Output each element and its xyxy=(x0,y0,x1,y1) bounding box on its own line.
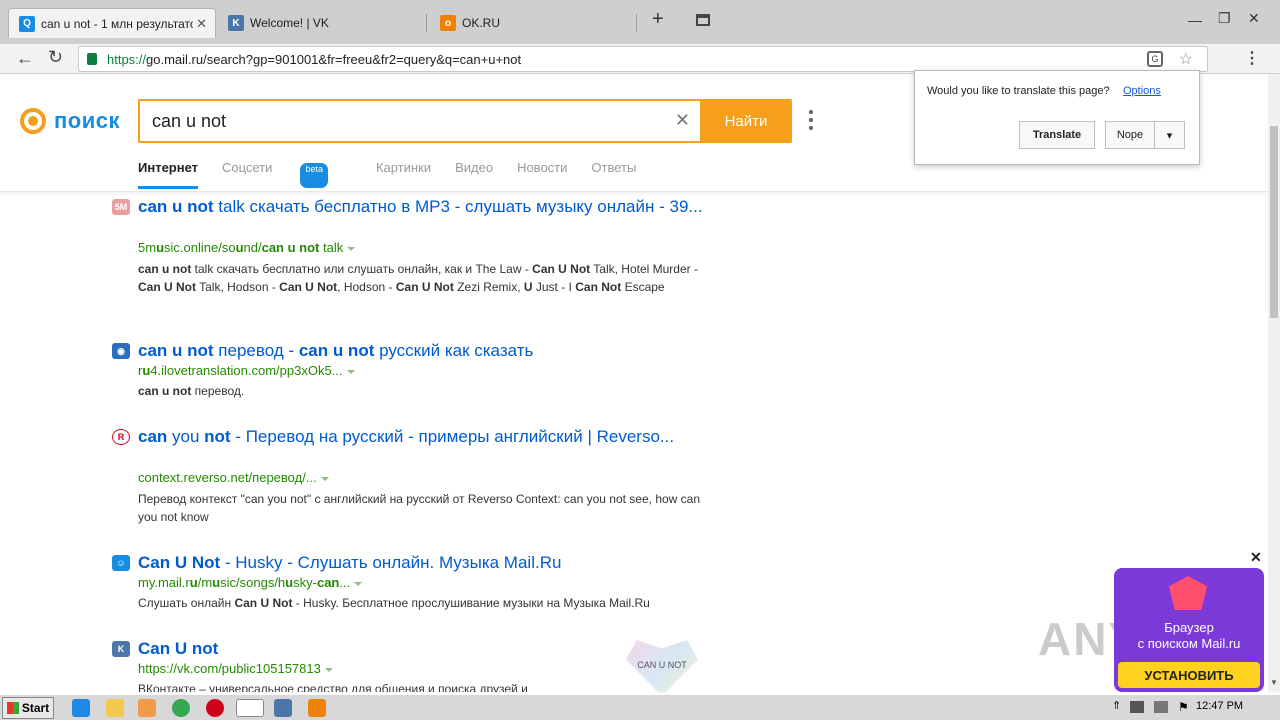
opera-icon[interactable] xyxy=(206,699,224,717)
tab-title: Welcome! | VK xyxy=(250,16,329,30)
translate-button[interactable]: Translate xyxy=(1019,121,1095,149)
result-snippet: Слушать онлайн Can U Not - Husky. Беспла… xyxy=(138,596,650,610)
at-logo-icon xyxy=(20,108,46,134)
nope-dropdown-icon[interactable]: ▾ xyxy=(1154,121,1185,149)
site-favicon-icon: ◉ xyxy=(112,343,130,359)
tab-mail-search[interactable]: Q can u not - 1 млн результатов ✕ xyxy=(8,8,216,38)
site-favicon-icon: 5M xyxy=(112,199,130,215)
tab-overview-icon[interactable] xyxy=(696,14,710,26)
mail-search-logo[interactable]: поиск xyxy=(20,108,120,134)
search-category-tabs: Интернет Соцсети beta Картинки Видео Ново… xyxy=(138,160,660,189)
result-url[interactable]: https://vk.com/public105157813 xyxy=(138,661,333,676)
start-button[interactable]: Start xyxy=(2,697,54,719)
translate-popup: Would you like to translate this page? O… xyxy=(914,70,1200,165)
more-options-icon[interactable] xyxy=(808,110,814,132)
flag-icon[interactable]: ⚑ xyxy=(1178,700,1189,714)
tab-social[interactable]: Соцсети beta xyxy=(222,160,352,189)
windows-logo-icon xyxy=(6,702,19,714)
ie-icon[interactable] xyxy=(72,699,90,717)
scroll-down-icon[interactable]: ▼ xyxy=(1270,678,1278,687)
translate-options-link[interactable]: Options xyxy=(1123,85,1161,97)
result-snippet: can u not перевод. xyxy=(138,384,245,398)
star-icon[interactable]: ☆ xyxy=(1179,49,1193,69)
reload-icon[interactable]: ↻ xyxy=(48,47,63,68)
result-url[interactable]: context.reverso.net/перевод/... xyxy=(138,470,329,485)
result-title-link[interactable]: can u not talk скачать бесплатно в MP3 -… xyxy=(138,196,708,218)
close-window-icon[interactable]: ✕ xyxy=(1248,10,1260,27)
browser-promo-banner[interactable]: Браузер с поиском Mail.ru УСТАНОВИТЬ xyxy=(1114,568,1264,692)
clear-search-icon[interactable]: ✕ xyxy=(675,110,690,131)
result-url[interactable]: 5music.online/sound/can u not talk xyxy=(138,240,356,255)
close-tab-icon[interactable]: ✕ xyxy=(196,16,207,32)
install-button[interactable]: УСТАНОВИТЬ xyxy=(1118,662,1260,688)
active-window-icon[interactable] xyxy=(236,699,264,717)
result-snippet: Перевод контекст "can you not" с английс… xyxy=(138,492,701,524)
tab-ok[interactable]: o OK.RU xyxy=(430,8,636,38)
explorer-icon[interactable] xyxy=(106,699,124,717)
result-title-link[interactable]: Can U Not - Husky - Слушать онлайн. Музы… xyxy=(138,552,708,574)
vk-favicon-icon: K xyxy=(228,15,244,31)
result-url[interactable]: my.mail.ru/music/songs/husky-can... xyxy=(138,575,363,590)
minimize-icon[interactable]: — xyxy=(1188,12,1202,28)
tab-video[interactable]: Видео xyxy=(455,160,493,189)
search-button[interactable]: Найти xyxy=(700,99,792,143)
beta-badge: beta xyxy=(300,163,328,188)
clock[interactable]: 12:47 PM xyxy=(1196,700,1243,712)
chrome-icon[interactable] xyxy=(172,699,190,717)
result-url[interactable]: ru4.ilovetranslation.com/pp3xOk5... xyxy=(138,363,355,378)
vk-taskbar-icon[interactable] xyxy=(274,699,292,717)
tab-internet[interactable]: Интернет xyxy=(138,160,199,189)
tray-expand-icon[interactable]: ⇑ xyxy=(1112,699,1121,712)
result-title-link[interactable]: can u not перевод - can u not русский ка… xyxy=(138,340,708,362)
promo-line-1: Браузер xyxy=(1164,620,1214,635)
nope-button[interactable]: Nope xyxy=(1105,121,1155,149)
ok-favicon-icon: o xyxy=(440,15,456,31)
close-promo-icon[interactable]: ✕ xyxy=(1250,549,1262,566)
battery-icon[interactable] xyxy=(1154,701,1168,713)
windows-taskbar: Start ⇑ ⚑ 12:47 PM xyxy=(0,694,1280,720)
tab-strip: Q can u not - 1 млн результатов ✕ K Welc… xyxy=(0,0,1280,44)
result-snippet: ВКонтакте – универсальное средство для о… xyxy=(138,682,528,692)
tab-images[interactable]: Картинки xyxy=(376,160,431,189)
tab-title: can u not - 1 млн результатов xyxy=(41,16,193,31)
site-favicon-icon: R xyxy=(112,429,130,445)
result-title-link[interactable]: Can U not xyxy=(138,638,708,660)
address-bar[interactable]: https://go.mail.ru/search?gp=901001&fr=f… xyxy=(78,46,1208,72)
site-favicon-icon: ☺ xyxy=(112,555,130,571)
tab-vk[interactable]: K Welcome! | VK xyxy=(218,8,426,38)
tab-divider xyxy=(426,14,427,32)
network-icon[interactable] xyxy=(1130,701,1144,713)
tab-divider xyxy=(636,14,637,32)
restore-icon[interactable]: ❐ xyxy=(1218,10,1231,27)
back-icon[interactable]: ← xyxy=(16,48,34,69)
promo-line-2: с поиском Mail.ru xyxy=(1137,636,1241,651)
scrollbar-thumb[interactable] xyxy=(1270,126,1278,318)
search-input[interactable]: can u not ✕ xyxy=(138,99,700,143)
search-result: K Can U not https://vk.com/public1051578… xyxy=(112,638,712,692)
translate-icon[interactable]: G xyxy=(1147,51,1163,67)
address-url: https://go.mail.ru/search?gp=901001&fr=f… xyxy=(107,51,522,67)
tab-news[interactable]: Новости xyxy=(517,160,567,189)
result-title-link[interactable]: can you not - Перевод на русский - приме… xyxy=(138,426,708,448)
vk-favicon-icon: K xyxy=(112,641,130,657)
tab-answers[interactable]: Ответы xyxy=(591,160,636,189)
result-snippet: can u not talk скачать бесплатно или слу… xyxy=(138,262,698,294)
atom-logo-icon xyxy=(1169,576,1207,610)
page-scrollbar[interactable]: ▼ xyxy=(1268,74,1280,692)
search-favicon-icon: Q xyxy=(19,15,35,32)
lock-icon xyxy=(87,53,97,65)
new-tab-icon[interactable]: + xyxy=(652,8,664,31)
translate-question: Would you like to translate this page? xyxy=(927,85,1110,97)
media-player-icon[interactable] xyxy=(138,699,156,717)
menu-icon[interactable]: ⋮ xyxy=(1244,48,1260,68)
tab-title: OK.RU xyxy=(462,16,501,30)
ok-taskbar-icon[interactable] xyxy=(308,699,326,717)
